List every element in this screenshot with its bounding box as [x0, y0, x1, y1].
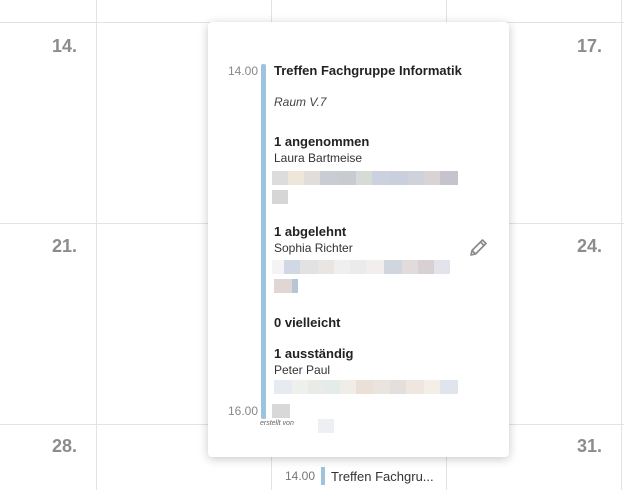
grid-line: [96, 0, 97, 490]
day-number-14[interactable]: 14.: [52, 36, 77, 57]
redacted-creator: [272, 404, 290, 418]
pending-attendee: Peter Paul: [274, 363, 331, 377]
redacted-email: [272, 171, 458, 185]
event-title: Treffen Fachgruppe Informatik: [274, 63, 462, 78]
event-chip-title: Treffen Fachgru...: [331, 468, 434, 484]
day-number-31[interactable]: 31.: [577, 436, 602, 457]
redacted-email: [274, 380, 458, 394]
redacted-creator: [318, 419, 334, 433]
event-start-time: 14.00: [228, 64, 259, 78]
pending-header: 1 ausständig: [274, 346, 354, 361]
pencil-icon[interactable]: [466, 236, 490, 260]
redacted-email: [274, 279, 298, 293]
day-number-21[interactable]: 21.: [52, 236, 77, 257]
declined-attendee: Sophia Richter: [274, 241, 353, 255]
day-number-24[interactable]: 24.: [577, 236, 602, 257]
redacted-email: [272, 190, 288, 204]
accepted-attendee: Laura Bartmeise: [274, 151, 363, 165]
day-number-28[interactable]: 28.: [52, 436, 77, 457]
maybe-header: 0 vielleicht: [274, 315, 341, 330]
event-room: Raum V.7: [274, 95, 327, 109]
event-details-popover: 14.00 16.00 Treffen Fachgruppe Informati…: [208, 22, 509, 457]
calendar-event-chip[interactable]: 14.00 Treffen Fachgru...: [285, 466, 445, 486]
created-by-label: erstellt von: [260, 420, 294, 427]
event-chip-time: 14.00: [285, 469, 316, 483]
accepted-header: 1 angenommen: [274, 134, 370, 149]
event-chip-color-bar: [321, 467, 326, 485]
day-number-17[interactable]: 17.: [577, 36, 602, 57]
redacted-email: [272, 260, 450, 274]
grid-line: [621, 0, 622, 490]
event-duration-bar: [261, 64, 266, 419]
declined-header: 1 abgelehnt: [274, 224, 347, 239]
event-end-time: 16.00: [228, 404, 259, 418]
